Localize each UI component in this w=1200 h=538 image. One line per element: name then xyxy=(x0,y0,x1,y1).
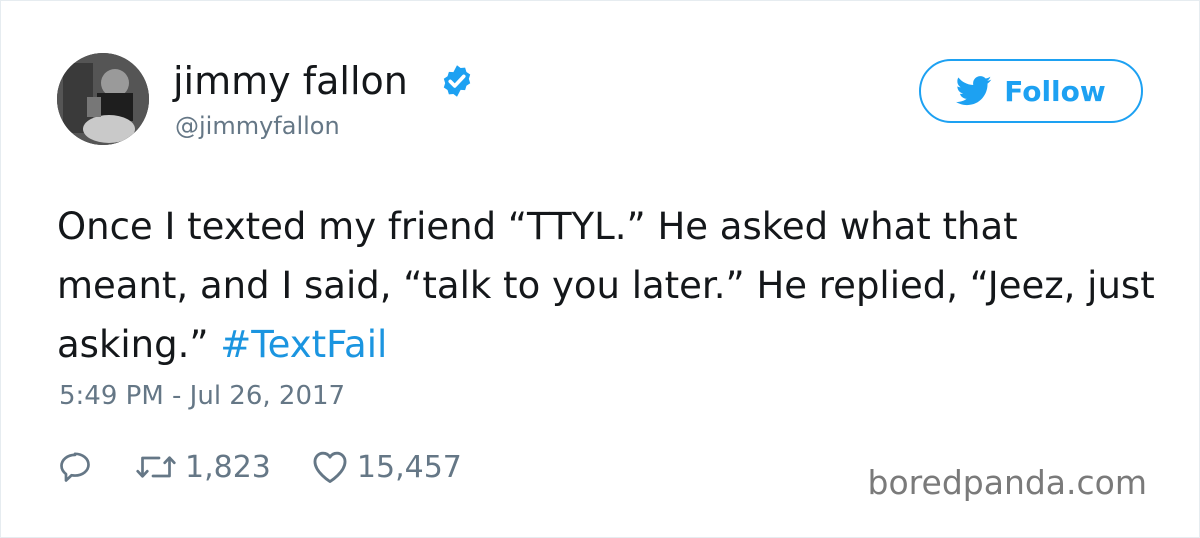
twitter-bird-icon xyxy=(956,76,992,106)
tweet-actions: 1,823 15,457 xyxy=(57,445,462,489)
retweet-icon xyxy=(136,456,176,478)
like-count: 15,457 xyxy=(356,449,462,485)
avatar-photo xyxy=(57,53,149,145)
reply-icon xyxy=(60,452,90,482)
follow-label: Follow xyxy=(1004,74,1106,108)
watermark: boredpanda.com xyxy=(867,463,1147,502)
hashtag-link[interactable]: #TextFail xyxy=(220,323,387,366)
tweet-card: jimmy fallon @jimmyfallon Follow Once I … xyxy=(0,0,1200,538)
verified-badge-icon xyxy=(443,65,471,97)
display-name[interactable]: jimmy fallon xyxy=(173,57,408,105)
like-button[interactable]: 15,457 xyxy=(311,449,462,485)
avatar[interactable] xyxy=(57,53,149,145)
heart-icon xyxy=(313,451,347,483)
tweet-timestamp[interactable]: 5:49 PM - Jul 26, 2017 xyxy=(59,379,345,413)
user-handle[interactable]: @jimmyfallon xyxy=(175,111,340,141)
retweet-count: 1,823 xyxy=(185,449,271,485)
tweet-text: Once I texted my friend “TTYL.” He asked… xyxy=(57,197,1157,374)
reply-button[interactable] xyxy=(57,449,93,485)
follow-button[interactable]: Follow xyxy=(919,59,1143,123)
retweet-button[interactable]: 1,823 xyxy=(135,450,271,485)
